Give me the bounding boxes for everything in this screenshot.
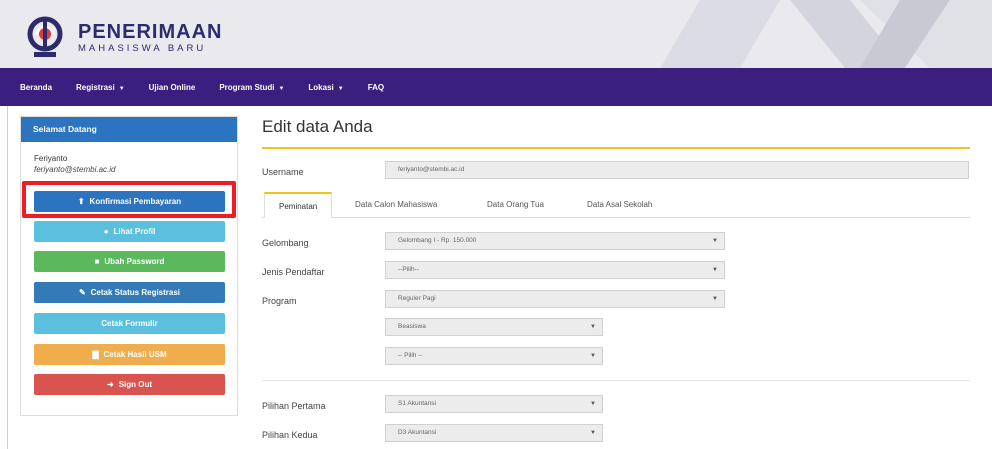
page-title: Edit data Anda [262,117,373,136]
button-label: Lihat Profil [113,227,156,236]
brand-subtitle: MAHASISWA BARU [78,43,207,54]
caret-down-icon: ▼ [590,401,596,407]
brand-title: PENERIMAAN [78,21,223,43]
nav-program-studi[interactable]: Program Studi ▼ [219,83,284,92]
nav-label: Registrasi [76,82,115,92]
user-icon: ● [103,227,109,236]
pilihan-pertama-select[interactable]: S1 Akuntansi ▼ [385,395,603,413]
highlight-box [22,181,236,218]
user-name: Feriyanto [34,154,68,163]
username-field[interactable]: feriyanto@stembi.ac.id [385,161,969,179]
sidebar-heading: Selamat Datang [21,117,237,142]
caret-down-icon: ▼ [712,296,718,302]
nav-label: Program Studi [219,82,275,92]
select-value: -- Pilih -- [398,352,423,359]
caret-down-icon: ▼ [337,85,344,92]
nav-faq[interactable]: FAQ [368,83,384,92]
button-label: Sign Out [118,380,153,389]
pilihan-kedua-label: Pilihan Kedua [262,430,318,440]
nav-label: Lokasi [308,82,334,92]
program-select[interactable]: Reguler Pagi ▼ [385,290,725,308]
sign-out-icon: ➜ [106,380,114,389]
pilih-select[interactable]: -- Pilih -- ▼ [385,347,603,365]
nav-label: Ujian Online [148,82,196,92]
sidebar-panel: Selamat Datang Feriyanto feriyanto@stemb… [20,116,238,416]
select-value: S1 Akuntansi [398,400,436,407]
title-underline [262,147,970,149]
tab-peminatan[interactable]: Peminatan [264,192,333,218]
button-label: Ubah Password [104,257,165,266]
cetak-status-registrasi-button[interactable]: ✎ Cetak Status Registrasi [34,282,225,303]
brand[interactable]: PENERIMAAN MAHASISWA BARU [78,22,222,55]
caret-down-icon: ▼ [590,353,596,359]
edit-icon: ✎ [78,288,86,297]
gelombang-label: Gelombang [262,238,309,248]
cetak-hasil-usm-button[interactable]: ▇ Cetak Hasil USM [34,344,225,365]
select-value: --Pilih-- [398,266,419,273]
gelombang-select[interactable]: Gelombang I - Rp. 150.000 ▼ [385,232,725,250]
logo-icon[interactable] [22,14,68,60]
caret-down-icon: ▼ [590,430,596,436]
button-label: Cetak Formulir [101,319,158,328]
sign-out-button[interactable]: ➜ Sign Out [34,374,225,395]
nav-ujian-online[interactable]: Ujian Online [149,83,196,92]
nav-lokasi[interactable]: Lokasi ▼ [308,83,343,92]
page-left-border [7,106,8,449]
nav-label: FAQ [367,82,385,92]
select-value: Gelombang I - Rp. 150.000 [398,237,477,244]
jenis-pendaftar-select[interactable]: --Pilih-- ▼ [385,261,725,279]
caret-down-icon: ▼ [712,267,718,273]
site-header: PENERIMAAN MAHASISWA BARU [0,0,992,68]
button-label: Cetak Hasil USM [103,350,167,359]
tab-data-asal-sekolah[interactable]: Data Asal Sekolah [587,192,652,218]
user-email: feriyanto@stembi.ac.id [34,165,116,174]
file-icon: ▇ [92,350,99,359]
program-label: Program [262,296,297,306]
pilihan-pertama-label: Pilihan Pertama [262,401,326,411]
button-label: Cetak Status Registrasi [90,288,181,297]
form-divider [262,380,970,381]
username-label: Username [262,167,304,177]
ubah-password-button[interactable]: ■ Ubah Password [34,251,225,272]
select-value: D3 Akuntansi [398,429,437,436]
caret-down-icon: ▼ [590,324,596,330]
tab-data-calon-mahasiswa[interactable]: Data Calon Mahasiswa [355,192,437,218]
caret-down-icon: ▼ [118,85,125,92]
lock-icon: ■ [94,257,100,266]
beasiswa-select[interactable]: Beasiswa ▼ [385,318,603,336]
select-value: Beasiswa [398,323,426,330]
select-value: Reguler Pagi [398,295,436,302]
lihat-profil-button[interactable]: ● Lihat Profil [34,221,225,242]
nav-beranda[interactable]: Beranda [20,83,52,92]
pilihan-kedua-select[interactable]: D3 Akuntansi ▼ [385,424,603,442]
jenis-pendaftar-label: Jenis Pendaftar [262,267,325,277]
tab-data-orang-tua[interactable]: Data Orang Tua [487,192,544,218]
nav-label: Beranda [20,82,53,92]
caret-down-icon: ▼ [278,85,285,92]
main-navbar: Beranda Registrasi ▼ Ujian Online Program… [0,68,992,106]
caret-down-icon: ▼ [712,238,718,244]
nav-registrasi[interactable]: Registrasi ▼ [76,83,125,92]
cetak-formulir-button[interactable]: Cetak Formulir [34,313,225,334]
